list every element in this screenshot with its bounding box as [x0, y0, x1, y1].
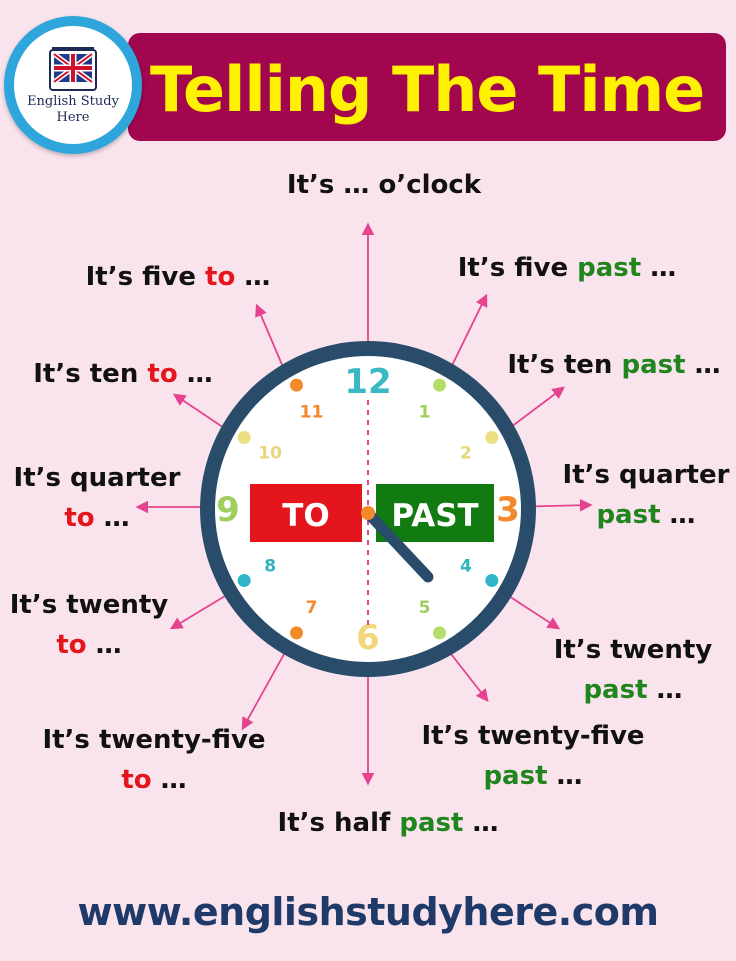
- clock-number: 11: [300, 402, 324, 422]
- phrase-line: It’s … o’clock: [287, 170, 482, 200]
- phrase-line: past …: [596, 500, 695, 530]
- phrase-twenty-past: It’s twenty past …: [554, 635, 713, 705]
- phrase-line: It’s half past …: [278, 808, 499, 838]
- keyword-to: to: [147, 359, 177, 389]
- phrase-line: to …: [64, 503, 129, 533]
- phrase-text: It’s … o’clock: [287, 170, 482, 200]
- keyword-past: past: [583, 675, 647, 705]
- phrase-text: It’s quarter: [563, 460, 730, 490]
- phrase-line: It’s five past …: [458, 253, 677, 283]
- phrase-ten-past: It’s ten past …: [507, 350, 720, 380]
- website-url: www.englishstudyhere.com: [77, 890, 659, 934]
- clock-number: 3: [496, 490, 520, 530]
- clock-number: 2: [460, 444, 472, 464]
- phrase-line: to …: [121, 765, 186, 795]
- phrase-half-past: It’s half past …: [278, 808, 499, 838]
- phrase-text: It’s five: [86, 262, 205, 292]
- phrase-text: …: [463, 808, 498, 838]
- phrase-line: It’s twenty: [554, 635, 713, 665]
- clock-number: 9: [216, 490, 240, 530]
- phrase-line: to …: [56, 630, 121, 660]
- keyword-to: to: [205, 262, 235, 292]
- phrase-twenty-five-to: It’s twenty-five to …: [42, 725, 265, 795]
- phrase-line: past …: [483, 761, 582, 791]
- phrase-text: …: [648, 675, 683, 705]
- phrase-ten-to: It’s ten to …: [33, 359, 213, 389]
- phrase-text: …: [87, 630, 122, 660]
- minute-dot: [290, 626, 303, 640]
- phrase-text: …: [661, 500, 696, 530]
- phrase-line: It’s twenty-five: [421, 721, 644, 751]
- minute-dot: [237, 574, 251, 587]
- keyword-to: to: [64, 503, 94, 533]
- phrase-five-to: It’s five to …: [86, 262, 271, 292]
- phrase-line: It’s twenty-five: [42, 725, 265, 755]
- to-label: TO: [282, 498, 330, 534]
- phrase-line: It’s ten to …: [33, 359, 213, 389]
- keyword-past: past: [622, 350, 686, 380]
- keyword-past: past: [596, 500, 660, 530]
- phrase-text: It’s twenty: [10, 590, 169, 620]
- phrase-line: past …: [583, 675, 682, 705]
- phrase-text: It’s five: [458, 253, 577, 283]
- clock-number: 10: [258, 444, 282, 464]
- clock-number: 4: [460, 557, 472, 577]
- keyword-past: past: [577, 253, 641, 283]
- infographic: Telling The Time English Study Here 12 1…: [0, 0, 736, 961]
- phrase-text: It’s half: [278, 808, 400, 838]
- phrase-quarter-to: It’s quarter to …: [14, 463, 181, 533]
- clock-number: 12: [344, 362, 391, 402]
- phrase-text: It’s twenty: [554, 635, 713, 665]
- phrase-text: …: [178, 359, 213, 389]
- phrase-quarter-past: It’s quarter past …: [563, 460, 730, 530]
- phrase-text: It’s ten: [507, 350, 621, 380]
- phrase-text: …: [95, 503, 130, 533]
- phrase-text: …: [235, 262, 270, 292]
- keyword-past: past: [483, 761, 547, 791]
- clock-number: 8: [264, 557, 276, 577]
- phrase-twenty-five-past: It’s twenty-five past …: [421, 721, 644, 791]
- phrase-twenty-to: It’s twenty to …: [10, 590, 169, 660]
- minute-dot: [433, 378, 446, 392]
- phrase-text: It’s twenty-five: [421, 721, 644, 751]
- phrase-oclock: It’s … o’clock: [287, 170, 482, 200]
- minute-dot: [290, 378, 303, 392]
- phrase-text: …: [548, 761, 583, 791]
- phrase-text: It’s quarter: [14, 463, 181, 493]
- minute-dot: [485, 431, 499, 444]
- clock-number: 1: [419, 402, 431, 422]
- keyword-to: to: [56, 630, 86, 660]
- minute-dot: [433, 626, 446, 640]
- phrase-text: …: [686, 350, 721, 380]
- phrase-line: It’s quarter: [14, 463, 181, 493]
- phrase-five-past: It’s five past …: [458, 253, 677, 283]
- minute-dot: [485, 574, 499, 587]
- keyword-to: to: [121, 765, 151, 795]
- past-label: PAST: [391, 498, 478, 534]
- phrase-line: It’s quarter: [563, 460, 730, 490]
- phrase-line: It’s five to …: [86, 262, 271, 292]
- phrase-text: …: [641, 253, 676, 283]
- phrase-line: It’s ten past …: [507, 350, 720, 380]
- phrase-text: It’s ten: [33, 359, 147, 389]
- clock-diagram: 121234567891011 TO PAST It’s … o’clockIt…: [10, 170, 730, 838]
- phrase-text: …: [152, 765, 187, 795]
- phrase-text: It’s twenty-five: [42, 725, 265, 755]
- clock-center: [361, 506, 375, 520]
- clock-number: 7: [306, 598, 318, 618]
- phrase-line: It’s twenty: [10, 590, 169, 620]
- keyword-past: past: [399, 808, 463, 838]
- minute-dot: [237, 431, 251, 444]
- clock-number: 5: [419, 598, 431, 618]
